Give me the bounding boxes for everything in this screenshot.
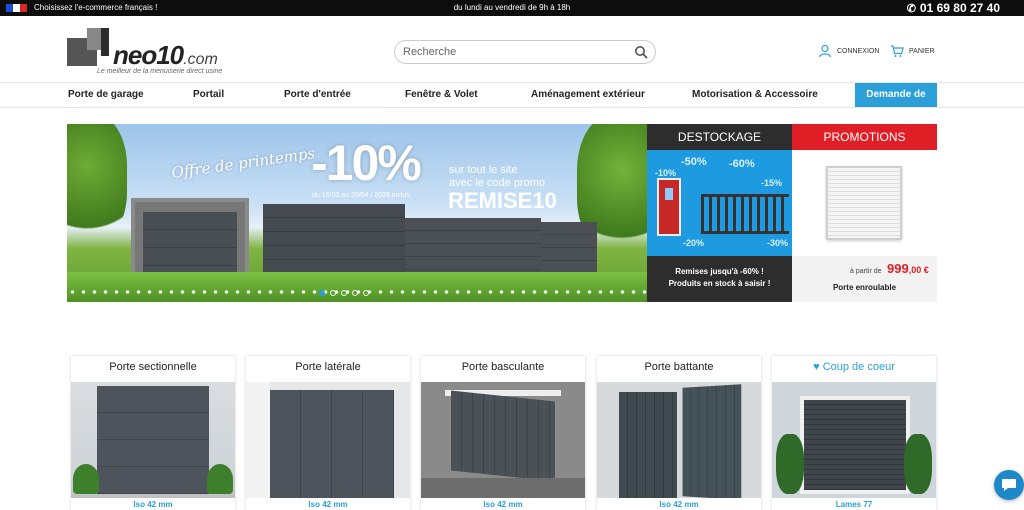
nav-item-outdoor[interactable]: Aménagement extérieur bbox=[531, 89, 645, 100]
category-title: Porte basculante bbox=[461, 361, 545, 373]
logo-wordmark: neo10.com bbox=[113, 40, 218, 70]
chat-button[interactable] bbox=[994, 470, 1024, 500]
category-image bbox=[597, 382, 761, 498]
tree-decoration bbox=[67, 124, 127, 244]
category-subtitle: Iso 42 mm bbox=[308, 500, 348, 509]
topbar-opening-hours: du lundi au vendredi de 9h à 18h bbox=[453, 3, 571, 12]
category-subtitle: Iso 42 mm bbox=[133, 500, 173, 509]
login-label: CONNEXION bbox=[837, 47, 880, 55]
category-card-sectional[interactable]: Porte sectionnelle Iso 42 mm bbox=[71, 356, 235, 510]
nav-item-entry-door[interactable]: Porte d'entrée bbox=[284, 89, 351, 100]
site-logo[interactable]: neo10.com Le meilleur de la menuiserie d… bbox=[67, 28, 237, 90]
carousel-dot[interactable] bbox=[352, 290, 358, 296]
category-title: Porte sectionnelle bbox=[109, 361, 197, 373]
promotions-panel[interactable]: PROMOTIONS à partir de 999,00 € Porte en… bbox=[792, 124, 937, 302]
nav-item-motorisation[interactable]: Motorisation & Accessoire bbox=[692, 89, 818, 100]
price-prefix: à partir de bbox=[850, 268, 882, 275]
category-card-swing[interactable]: Porte battante Iso 42 mm bbox=[597, 356, 761, 510]
category-subtitle: Iso 42 mm bbox=[659, 500, 699, 509]
top-bar: Choisissez l'e-commerce français ! du lu… bbox=[0, 0, 1024, 16]
destockage-title: DESTOCKAGE bbox=[647, 124, 792, 150]
nav-item-window-shutter[interactable]: Fenêtre & Volet bbox=[405, 89, 478, 100]
category-title: ♥ Coup de coeur bbox=[813, 361, 895, 373]
category-card-side[interactable]: Porte latérale Iso 42 mm bbox=[246, 356, 410, 510]
roller-door-image bbox=[826, 166, 902, 240]
carousel-dot[interactable] bbox=[341, 290, 347, 296]
category-subtitle: Lames 77 bbox=[835, 500, 873, 509]
gate-image bbox=[701, 194, 789, 234]
nav-item-garage-door[interactable]: Porte de garage bbox=[68, 89, 144, 100]
hero-line1: sur tout le site bbox=[449, 164, 518, 176]
price-value: 999,00 € bbox=[887, 261, 929, 276]
cart-icon bbox=[891, 45, 904, 57]
search-input[interactable] bbox=[403, 44, 623, 60]
logo-tagline: Le meilleur de la menuiserie direct usin… bbox=[97, 68, 223, 75]
destockage-footer: Remises jusqu'à -60% ! Produits en stock… bbox=[647, 256, 792, 302]
hero-promo-code: REMISE10 bbox=[448, 188, 557, 213]
hero-discount: -10% bbox=[311, 135, 422, 191]
category-image bbox=[246, 382, 410, 498]
category-image bbox=[772, 382, 936, 498]
category-subtitle: Iso 42 mm bbox=[483, 500, 523, 509]
category-title: Porte latérale bbox=[295, 361, 361, 373]
carousel-dots bbox=[319, 290, 369, 296]
chat-icon bbox=[1002, 479, 1016, 491]
destockage-panel[interactable]: DESTOCKAGE -50% -60% -10% -15% -20% -30%… bbox=[647, 124, 792, 302]
phone-number: 01 69 80 27 40 bbox=[919, 1, 1000, 15]
category-title: Porte battante bbox=[644, 361, 714, 373]
hero-dates: du 16/03 au 20/04 / 2026 inclus bbox=[312, 192, 410, 199]
category-image bbox=[71, 382, 235, 498]
hero-offer-title: Offre de printemps bbox=[170, 144, 317, 182]
category-card-favorite[interactable]: ♥ Coup de coeur Lames 77 bbox=[772, 356, 936, 510]
promotion-price: à partir de 999,00 € Porte enroulable bbox=[792, 256, 937, 302]
quote-request-button[interactable]: Demande de devis bbox=[855, 83, 937, 124]
destockage-image: -50% -60% -10% -15% -20% -30% bbox=[647, 150, 792, 256]
cart-link[interactable]: PANIER bbox=[890, 44, 935, 58]
category-card-up-and-over[interactable]: Porte basculante Iso 42 mm bbox=[421, 356, 585, 510]
main-nav: Porte de garage Portail Porte d'entrée F… bbox=[0, 83, 1024, 124]
category-image bbox=[421, 382, 585, 498]
topbar-phone-link[interactable]: ✆ 01 69 80 27 40 bbox=[907, 1, 1000, 15]
promotion-product-name: Porte enroulable bbox=[832, 283, 897, 292]
hero-banner[interactable]: Offre de printemps -10% du 16/03 au 20/0… bbox=[67, 124, 647, 302]
carousel-dot[interactable] bbox=[330, 290, 336, 296]
user-icon bbox=[818, 44, 832, 58]
login-link[interactable]: CONNEXION bbox=[818, 44, 879, 58]
carousel-dot[interactable] bbox=[319, 290, 325, 296]
search-icon[interactable] bbox=[634, 45, 648, 59]
heart-icon: ♥ bbox=[813, 361, 820, 373]
promotions-title: PROMOTIONS bbox=[792, 124, 937, 150]
entry-door-image bbox=[657, 178, 681, 236]
site-header: neo10.com Le meilleur de la menuiserie d… bbox=[0, 16, 1024, 82]
cart-label: PANIER bbox=[909, 47, 935, 55]
phone-icon: ✆ bbox=[906, 3, 916, 15]
search-bar bbox=[394, 40, 656, 64]
nav-item-gate[interactable]: Portail bbox=[193, 89, 224, 100]
carousel-dot[interactable] bbox=[363, 290, 369, 296]
